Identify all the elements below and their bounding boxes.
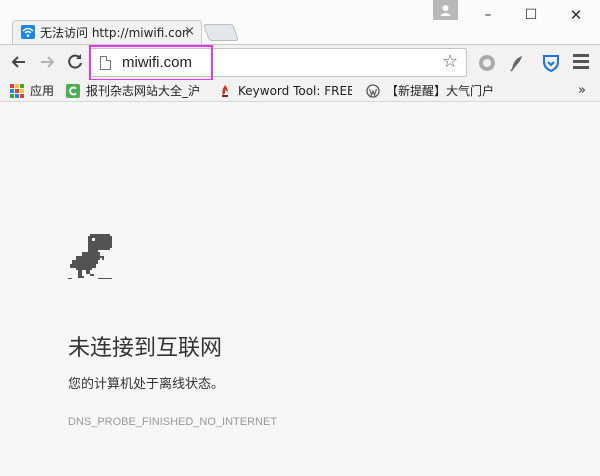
error-page: 未连接到互联网 您的计算机处于离线状态。 DNS_PROBE_FINISHED_… — [0, 103, 600, 476]
menu-icon[interactable] — [573, 54, 589, 70]
bookmark-label: Keyword Tool: FREE — [238, 84, 352, 98]
bookmarks-bar: 应用 报刊杂志网站大全_沪 Keyword Tool: FREE 【新提醒】大气… — [0, 80, 600, 102]
flame-icon — [218, 84, 232, 98]
new-tab-button[interactable] — [202, 24, 240, 41]
bookmark-label: 【新提醒】大气门户 — [386, 84, 495, 98]
toolbar: miwifi.com ☆ — [0, 44, 600, 81]
bookmark-magazine[interactable]: 报刊杂志网站大全_沪 — [66, 82, 204, 100]
green-c-icon — [66, 84, 80, 98]
minimize-button[interactable]: – — [474, 4, 502, 26]
bookmark-label: 应用 — [30, 84, 55, 98]
wifi-icon — [21, 25, 35, 39]
extension-circle-icon[interactable] — [477, 53, 497, 73]
bookmark-label: 报刊杂志网站大全_沪 — [86, 84, 201, 98]
user-profile-button[interactable] — [433, 0, 458, 20]
apps-grid-icon — [10, 84, 24, 98]
bookmarks-more-chevron-icon[interactable]: » — [578, 82, 586, 100]
reload-icon — [68, 54, 82, 69]
extension-shield-icon[interactable] — [541, 53, 561, 73]
title-bar: 无法访问 http://miwifi.com × – ☐ ✕ — [0, 0, 600, 44]
address-bar[interactable]: miwifi.com ☆ — [89, 48, 467, 77]
extension-leaf-icon[interactable] — [507, 53, 527, 73]
error-code: DNS_PROBE_FINISHED_NO_INTERNET — [68, 416, 278, 428]
maximize-button[interactable]: ☐ — [517, 4, 545, 26]
forward-arrow-icon — [41, 56, 55, 68]
forward-button[interactable] — [36, 51, 58, 73]
tab-close-icon[interactable]: × — [184, 24, 195, 40]
url-text[interactable]: miwifi.com — [122, 53, 192, 73]
reload-button[interactable] — [64, 51, 86, 73]
wordpress-icon — [366, 84, 380, 98]
close-window-button[interactable]: ✕ — [562, 4, 590, 26]
page-icon — [100, 56, 111, 70]
person-icon — [440, 5, 451, 16]
back-button[interactable] — [8, 51, 30, 73]
error-title: 未连接到互联网 — [68, 336, 223, 361]
browser-tab[interactable]: 无法访问 http://miwifi.com × — [12, 20, 202, 44]
bookmark-news[interactable]: 【新提醒】大气门户 — [366, 82, 500, 100]
error-message: 您的计算机处于离线状态。 — [68, 377, 225, 392]
offline-dinosaur-icon — [68, 234, 112, 279]
bookmark-star-icon[interactable]: ☆ — [442, 51, 458, 73]
tab-title: 无法访问 http://miwifi.com — [40, 26, 188, 40]
bookmark-keyword-tool[interactable]: Keyword Tool: FREE — [218, 82, 352, 100]
back-arrow-icon — [11, 56, 25, 68]
bookmark-apps[interactable]: 应用 — [10, 82, 60, 100]
